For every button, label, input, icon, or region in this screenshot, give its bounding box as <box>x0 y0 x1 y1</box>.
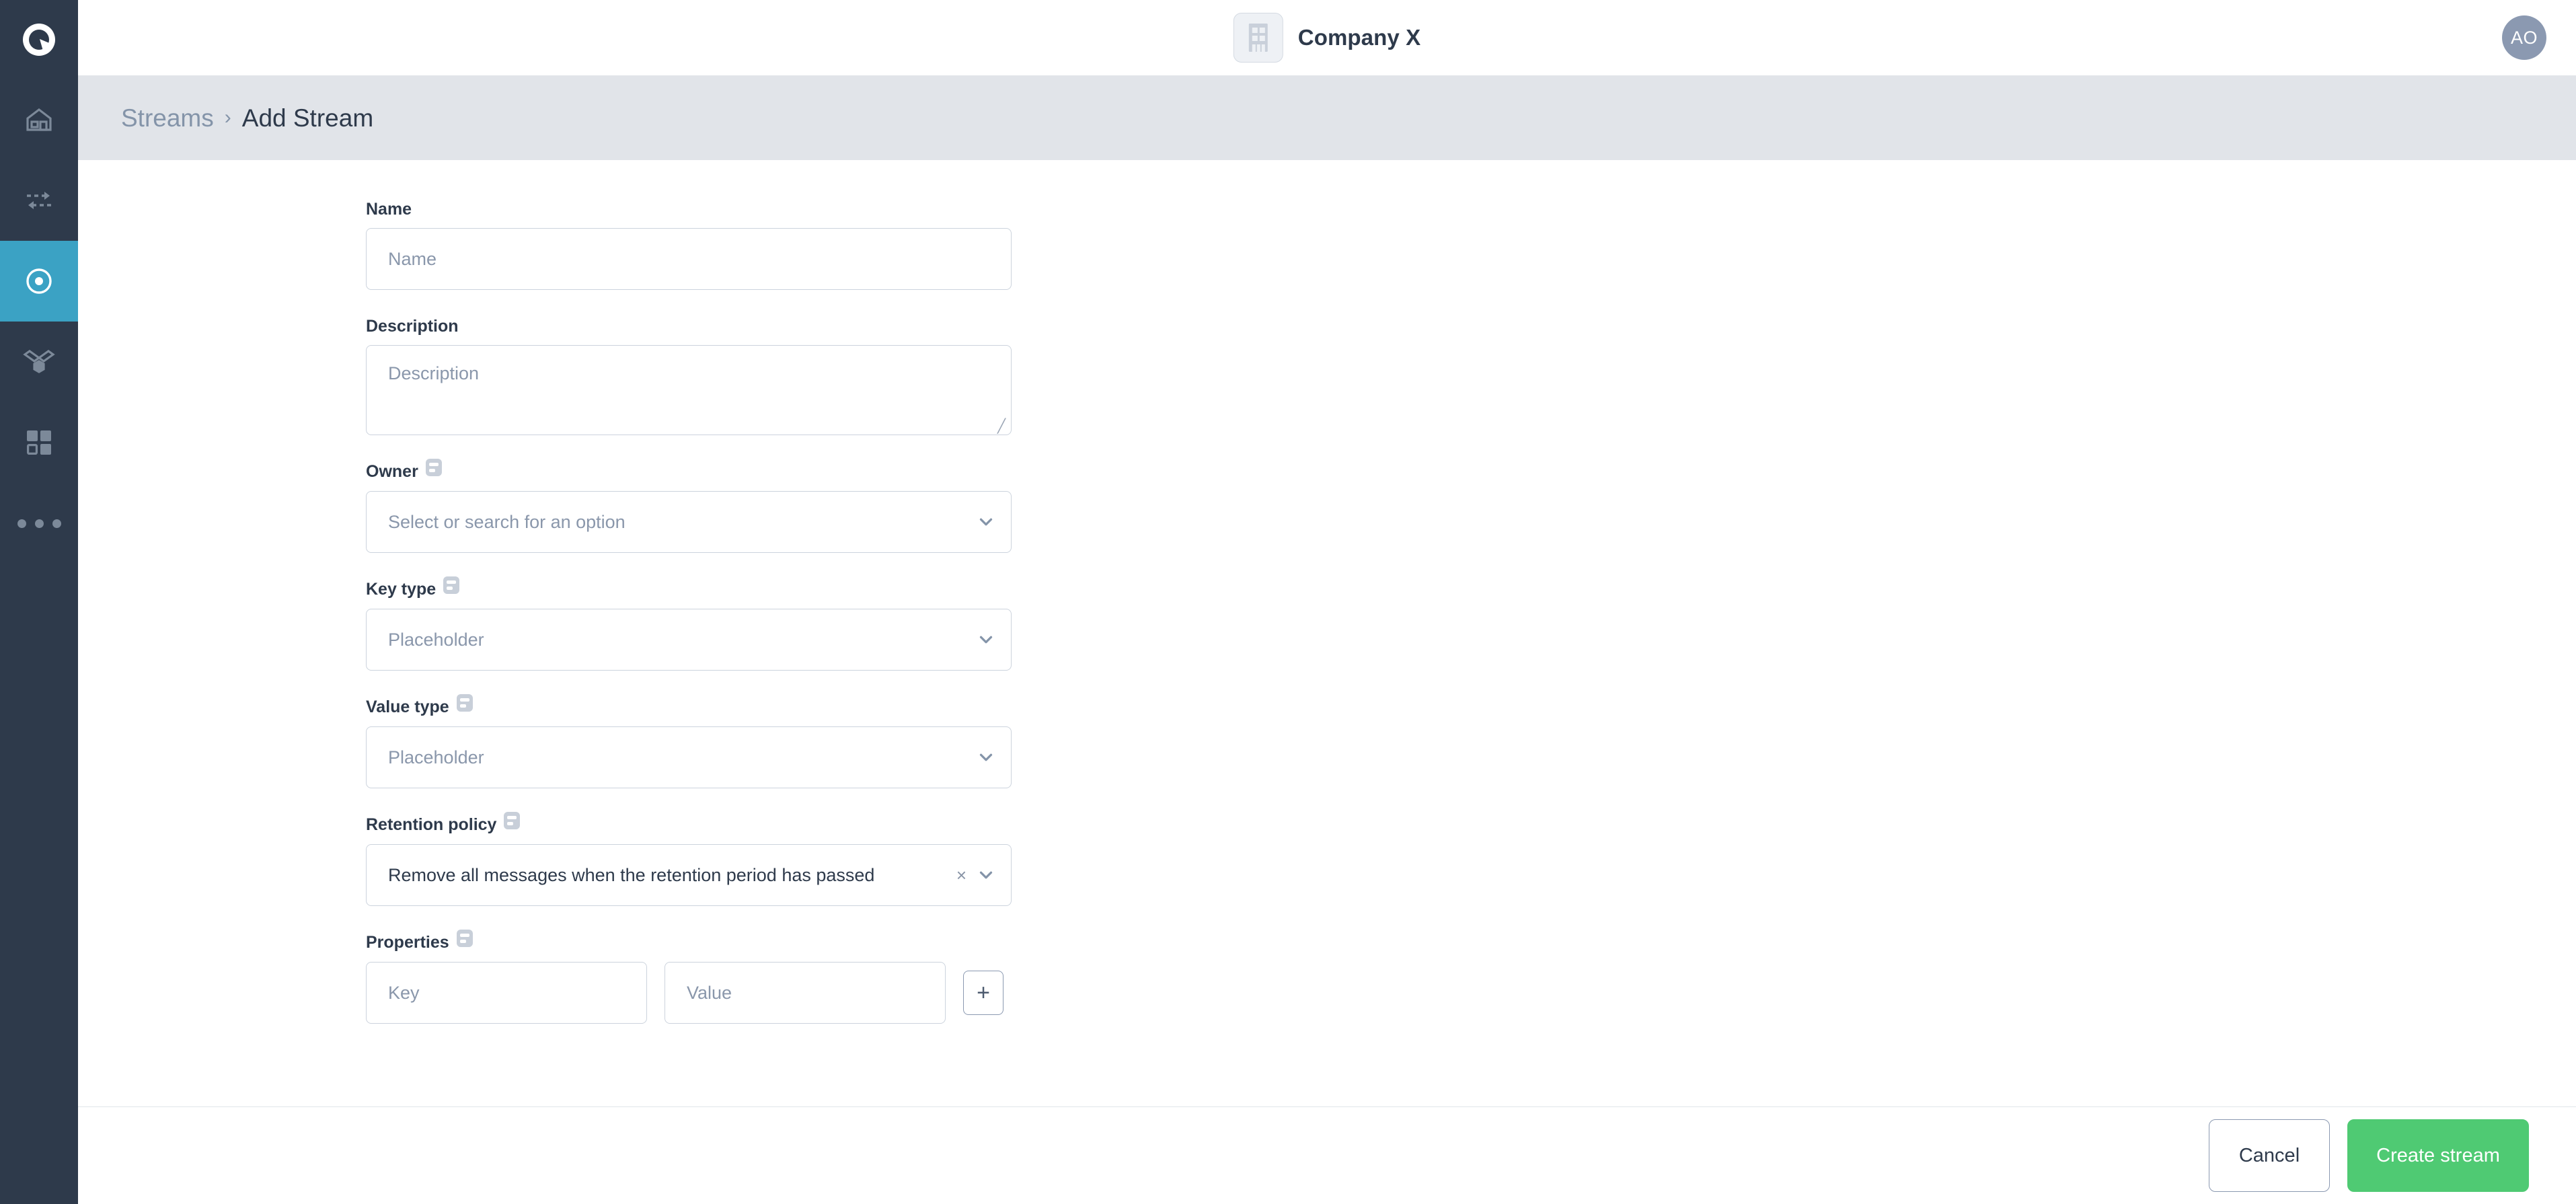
label-value-type: Value type <box>366 694 2576 716</box>
home-icon <box>26 108 52 131</box>
record-circle-icon <box>26 268 52 294</box>
label-retention-policy-text: Retention policy <box>366 815 497 834</box>
chevron-down-icon <box>979 518 993 526</box>
key-type-placeholder: Placeholder <box>388 629 484 650</box>
breadcrumb: Streams › Add Stream <box>78 76 2576 160</box>
field-name: Name Name <box>366 201 2576 290</box>
avatar-initials: AO <box>2510 27 2538 48</box>
description-textarea[interactable]: Description ╱ <box>366 345 1012 435</box>
top-header: Company X AO <box>78 0 2576 76</box>
cancel-button-label: Cancel <box>2238 1144 2300 1166</box>
label-owner-text: Owner <box>366 462 418 481</box>
label-description-text: Description <box>366 317 459 336</box>
key-type-select[interactable]: Placeholder <box>366 609 1012 671</box>
building-glyph-icon <box>1248 24 1268 52</box>
value-type-select[interactable]: Placeholder <box>366 726 1012 788</box>
sidebar-item-home[interactable] <box>0 79 78 160</box>
property-key-placeholder: Key <box>388 982 420 1003</box>
tooltip-icon[interactable] <box>443 576 460 594</box>
sidebar <box>0 0 78 1204</box>
sidebar-item-streams[interactable] <box>0 241 78 322</box>
label-properties: Properties <box>366 930 2576 952</box>
form-actions-bar: Cancel Create stream <box>78 1106 2576 1204</box>
add-stream-form: Name Name Description Description ╱ Owne… <box>78 161 2576 1024</box>
resize-grip-icon[interactable]: ╱ <box>997 420 1008 433</box>
label-key-type: Key type <box>366 576 2576 599</box>
breadcrumb-separator-icon: › <box>224 106 231 128</box>
page-title: Add Stream <box>241 104 374 132</box>
company-name: Company X <box>1297 25 1421 50</box>
chevron-down-icon <box>979 636 993 644</box>
label-name-text: Name <box>366 200 412 219</box>
label-value-type-text: Value type <box>366 698 449 716</box>
bidirectional-arrows-icon <box>27 192 51 209</box>
main-pane: Company X AO Streams › Add Stream Name N… <box>78 0 2576 1204</box>
plus-icon: + <box>977 980 990 1006</box>
description-placeholder: Description <box>388 363 480 383</box>
chevron-down-icon <box>979 871 993 879</box>
tooltip-icon[interactable] <box>504 812 521 829</box>
breadcrumb-parent-streams[interactable]: Streams <box>121 104 214 133</box>
add-property-button[interactable]: + <box>963 971 1003 1015</box>
sidebar-item-topology[interactable] <box>0 322 78 402</box>
app-root: Company X AO Streams › Add Stream Name N… <box>0 0 2576 1204</box>
value-type-placeholder: Placeholder <box>388 747 484 767</box>
tooltip-icon[interactable] <box>456 930 473 947</box>
field-owner: Owner Select or search for an option <box>366 459 2576 553</box>
label-properties-text: Properties <box>366 933 449 952</box>
create-stream-button-label: Create stream <box>2376 1144 2500 1166</box>
app-logo[interactable] <box>0 0 78 79</box>
property-key-input[interactable]: Key <box>366 962 647 1024</box>
company-brand[interactable]: Company X <box>1233 13 1421 63</box>
form-scroll-area: Name Name Description Description ╱ Owne… <box>78 161 2576 1106</box>
sidebar-item-apps[interactable] <box>0 402 78 483</box>
building-icon <box>1233 13 1283 63</box>
field-key-type: Key type Placeholder <box>366 576 2576 671</box>
field-value-type: Value type Placeholder <box>366 694 2576 788</box>
label-key-type-text: Key type <box>366 580 437 599</box>
owner-select-placeholder: Select or search for an option <box>388 511 626 532</box>
retention-policy-value: Remove all messages when the retention p… <box>388 864 875 885</box>
nodes-hexagon-icon <box>23 350 55 373</box>
property-row: Key Value + <box>366 962 2576 1024</box>
tooltip-icon[interactable] <box>425 459 442 476</box>
field-properties: Properties Key Value + <box>366 930 2576 1024</box>
sidebar-item-transfer[interactable] <box>0 160 78 241</box>
tooltip-icon[interactable] <box>456 694 473 712</box>
field-description: Description Description ╱ <box>366 318 2576 435</box>
chevron-down-icon <box>979 753 993 761</box>
owner-select[interactable]: Select or search for an option <box>366 491 1012 553</box>
label-name: Name <box>366 201 2576 218</box>
label-description: Description <box>366 318 2576 335</box>
grid-squares-icon <box>26 430 51 455</box>
label-retention-policy: Retention policy <box>366 812 2576 834</box>
name-input-placeholder: Name <box>388 248 437 269</box>
label-owner: Owner <box>366 459 2576 481</box>
property-value-input[interactable]: Value <box>665 962 946 1024</box>
name-input[interactable]: Name <box>366 228 1012 290</box>
cancel-button[interactable]: Cancel <box>2209 1119 2330 1192</box>
create-stream-button[interactable]: Create stream <box>2347 1119 2529 1192</box>
more-dots-icon <box>17 519 61 528</box>
avatar[interactable]: AO <box>2502 15 2546 60</box>
field-retention-policy: Retention policy Remove all messages whe… <box>366 812 2576 906</box>
retention-policy-select[interactable]: Remove all messages when the retention p… <box>366 844 1012 906</box>
sidebar-item-more[interactable] <box>0 483 78 564</box>
q-logo-icon <box>23 24 55 56</box>
clear-icon[interactable]: × <box>956 866 967 884</box>
property-value-placeholder: Value <box>687 982 732 1003</box>
